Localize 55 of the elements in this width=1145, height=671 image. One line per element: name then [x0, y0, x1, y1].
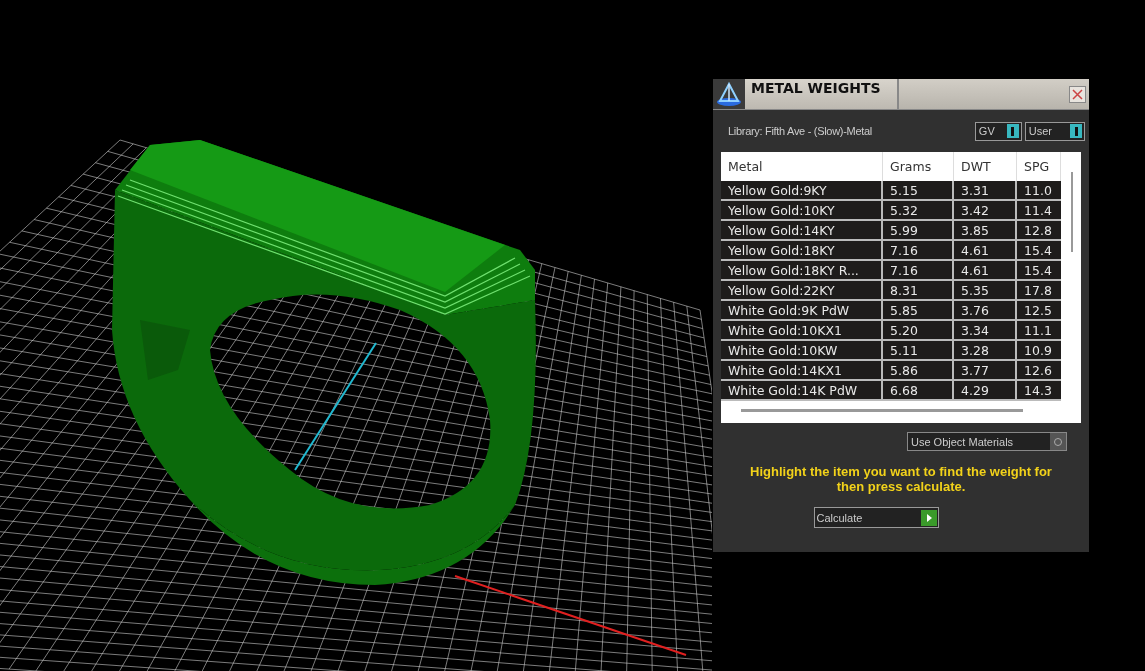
table-cell[interactable]: 14.3 — [1017, 381, 1061, 401]
table-cell[interactable]: Yellow Gold:18KY — [721, 241, 883, 261]
table-cell[interactable]: 5.11 — [883, 341, 954, 361]
window-title: METAL WEIGHTS — [745, 79, 899, 109]
table-cell[interactable]: White Gold:9K PdW — [721, 301, 883, 321]
table-cell[interactable]: Yellow Gold:18KY R... — [721, 261, 883, 281]
use-object-materials-option[interactable]: Use Object Materials — [907, 432, 1067, 451]
table-cell[interactable]: 5.35 — [954, 281, 1017, 301]
table-cell[interactable]: 4.61 — [954, 241, 1017, 261]
table-cell[interactable]: 11.0 — [1017, 181, 1061, 201]
table-cell[interactable]: 3.34 — [954, 321, 1017, 341]
play-icon — [920, 509, 937, 526]
table-cell[interactable]: 3.85 — [954, 221, 1017, 241]
horizontal-scrollbar[interactable] — [741, 409, 1023, 412]
table-cell[interactable]: 3.31 — [954, 181, 1017, 201]
table-cell[interactable]: White Gold:10KX1 — [721, 321, 883, 341]
table-cell[interactable]: 10.9 — [1017, 341, 1061, 361]
table-cell[interactable]: 4.61 — [954, 261, 1017, 281]
table-cell[interactable]: 3.28 — [954, 341, 1017, 361]
table-cell[interactable]: 5.20 — [883, 321, 954, 341]
calculate-button[interactable]: Calculate — [813, 507, 939, 528]
table-cell[interactable]: 5.85 — [883, 301, 954, 321]
table-cell[interactable]: 6.68 — [883, 381, 954, 401]
table-cell[interactable]: Yellow Gold:14KY — [721, 221, 883, 241]
table-cell[interactable]: 11.4 — [1017, 201, 1061, 221]
table-cell[interactable]: 12.8 — [1017, 221, 1061, 241]
toggle-button[interactable]: GV — [974, 121, 1022, 141]
vertical-scrollbar[interactable] — [1071, 172, 1073, 252]
table-cell[interactable]: 5.15 — [883, 181, 954, 201]
table-cell[interactable]: 3.76 — [954, 301, 1017, 321]
table-cell[interactable]: 15.4 — [1017, 261, 1061, 281]
table-cell[interactable]: 7.16 — [883, 241, 954, 261]
table-cell[interactable]: 4.29 — [954, 381, 1017, 401]
table-cell[interactable]: 12.6 — [1017, 361, 1061, 381]
table-cell[interactable]: 17.8 — [1017, 281, 1061, 301]
toggle-button[interactable]: User — [1024, 121, 1085, 141]
table-cell[interactable]: 8.31 — [883, 281, 954, 301]
instruction-text: Highlight the item you want to find the weight for then press calculate. — [749, 464, 1053, 494]
table-cell[interactable]: 3.77 — [954, 361, 1017, 381]
table-cell[interactable]: Yellow Gold:9KY — [721, 181, 883, 201]
table-cell[interactable]: 11.1 — [1017, 321, 1061, 341]
table-cell[interactable]: 7.16 — [883, 261, 954, 281]
table-cell[interactable]: White Gold:10KW — [721, 341, 883, 361]
table-cell[interactable]: 5.32 — [883, 201, 954, 221]
table-cell[interactable]: White Gold:14K PdW — [721, 381, 883, 401]
library-label: Library: Fifth Ave - (Slow)-Metal — [728, 125, 873, 137]
table-cell[interactable]: Yellow Gold:10KY — [721, 201, 883, 221]
table-cell[interactable]: 5.86 — [883, 361, 954, 381]
close-button[interactable] — [1069, 85, 1086, 103]
table-cell[interactable]: White Gold:14KX1 — [721, 361, 883, 381]
table-cell[interactable]: Yellow Gold:22KY — [721, 281, 883, 301]
table-cell[interactable]: 12.5 — [1017, 301, 1061, 321]
table-cell[interactable]: 3.42 — [954, 201, 1017, 221]
table-cell[interactable]: 15.4 — [1017, 241, 1061, 261]
table-cell[interactable]: 5.99 — [883, 221, 954, 241]
